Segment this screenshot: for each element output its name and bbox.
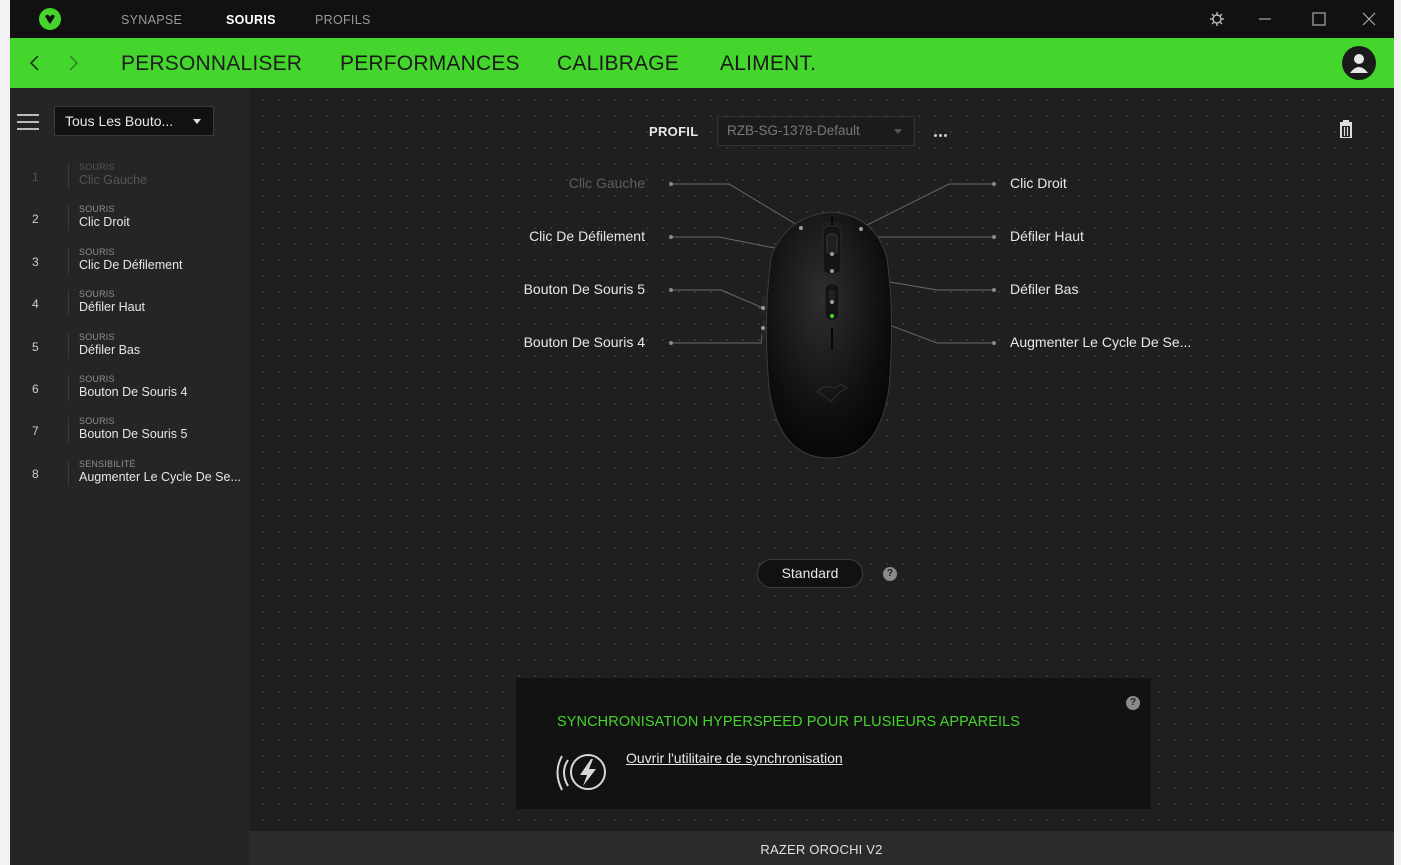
item-name: Clic De Défilement bbox=[79, 258, 183, 272]
open-sync-utility-link[interactable]: Ouvrir l'utilitaire de synchronisation bbox=[626, 750, 843, 766]
tab-personnaliser[interactable]: PERSONNALISER bbox=[121, 52, 302, 76]
sidebar-item-mouse-button-5[interactable]: 7 SOURIS Bouton De Souris 5 bbox=[10, 409, 249, 451]
sync-title: SYNCHRONISATION HYPERSPEED POUR PLUSIEUR… bbox=[557, 714, 1021, 730]
help-icon[interactable]: ? bbox=[1126, 696, 1140, 710]
item-name: Clic Droit bbox=[79, 215, 130, 229]
help-icon[interactable]: ? bbox=[883, 567, 897, 581]
divider bbox=[68, 163, 69, 189]
forward-arrow-icon[interactable] bbox=[65, 53, 81, 73]
divider bbox=[68, 460, 69, 486]
sidebar-item-scroll-up[interactable]: 4 SOURIS Défiler Haut bbox=[10, 282, 249, 324]
hyperspeed-sync-card: ? SYNCHRONISATION HYPERSPEED POUR PLUSIE… bbox=[516, 678, 1151, 809]
standard-mode-button[interactable]: Standard bbox=[757, 559, 863, 588]
item-number: 6 bbox=[32, 382, 39, 396]
hyperspeed-sync-icon bbox=[556, 746, 614, 796]
app-window: SYNAPSE SOURIS PROFILS PERSONNALISER PER… bbox=[10, 0, 1394, 865]
device-footer: RAZER OROCHI V2 bbox=[249, 831, 1394, 865]
back-arrow-icon[interactable] bbox=[27, 53, 43, 73]
nav-bar: PERSONNALISER PERFORMANCES CALIBRAGE ALI… bbox=[10, 38, 1394, 88]
tab-aliment[interactable]: ALIMENT. bbox=[720, 52, 816, 76]
sidebar-item-left-click[interactable]: 1 SOURIS Clic Gauche bbox=[10, 155, 249, 197]
button-filter-dropdown[interactable]: Tous Les Bouto... bbox=[54, 106, 214, 136]
item-category: SOURIS bbox=[79, 374, 115, 384]
item-name: Augmenter Le Cycle De Se... bbox=[79, 470, 241, 484]
tab-profils[interactable]: PROFILS bbox=[315, 13, 371, 27]
device-name: RAZER OROCHI V2 bbox=[760, 842, 883, 857]
item-number: 4 bbox=[32, 297, 39, 311]
item-number: 2 bbox=[32, 212, 39, 226]
label-scroll-up[interactable]: Défiler Haut bbox=[1010, 228, 1084, 244]
title-bar: SYNAPSE SOURIS PROFILS bbox=[10, 0, 1394, 38]
close-icon[interactable] bbox=[1359, 9, 1379, 29]
dropdown-value: Tous Les Bouto... bbox=[65, 113, 174, 129]
divider bbox=[68, 205, 69, 231]
settings-gear-icon[interactable] bbox=[1207, 9, 1227, 29]
razer-logo-icon[interactable] bbox=[39, 8, 61, 30]
item-category: SENSIBILITÉ bbox=[79, 459, 136, 469]
item-name: Défiler Bas bbox=[79, 343, 141, 357]
divider bbox=[68, 375, 69, 401]
divider bbox=[68, 248, 69, 274]
chevron-down-icon bbox=[193, 119, 201, 124]
sidebar-item-scroll-click[interactable]: 3 SOURIS Clic De Défilement bbox=[10, 240, 249, 282]
sidebar: Tous Les Bouto... 1 SOURIS Clic Gauche 2… bbox=[10, 88, 249, 865]
sidebar-item-sensitivity-cycle[interactable]: 8 SENSIBILITÉ Augmenter Le Cycle De Se..… bbox=[10, 452, 249, 494]
sidebar-item-scroll-down[interactable]: 5 SOURIS Défiler Bas bbox=[10, 325, 249, 367]
label-sensitivity-cycle[interactable]: Augmenter Le Cycle De Se... bbox=[1010, 334, 1191, 350]
item-name: Défiler Haut bbox=[79, 300, 145, 314]
divider bbox=[68, 333, 69, 359]
item-name: Bouton De Souris 5 bbox=[79, 427, 188, 441]
label-scroll-down[interactable]: Défiler Bas bbox=[1010, 281, 1078, 297]
item-name: Bouton De Souris 4 bbox=[79, 385, 188, 399]
item-number: 8 bbox=[32, 467, 39, 481]
label-mouse-button-5[interactable]: Bouton De Souris 5 bbox=[445, 281, 645, 297]
item-name: Clic Gauche bbox=[79, 173, 148, 187]
item-number: 5 bbox=[32, 340, 39, 354]
maximize-icon[interactable] bbox=[1309, 9, 1329, 29]
item-category: SOURIS bbox=[79, 204, 115, 214]
tab-souris[interactable]: SOURIS bbox=[226, 13, 276, 27]
label-left-click[interactable]: Clic Gauche bbox=[445, 175, 645, 191]
minimize-icon[interactable] bbox=[1255, 9, 1275, 29]
tab-synapse[interactable]: SYNAPSE bbox=[121, 13, 182, 27]
divider bbox=[68, 417, 69, 443]
item-category: SOURIS bbox=[79, 332, 115, 342]
item-number: 7 bbox=[32, 424, 39, 438]
item-category: SOURIS bbox=[79, 416, 115, 426]
tab-performances[interactable]: PERFORMANCES bbox=[340, 52, 520, 76]
item-category: SOURIS bbox=[79, 289, 115, 299]
label-right-click[interactable]: Clic Droit bbox=[1010, 175, 1067, 191]
sidebar-item-right-click[interactable]: 2 SOURIS Clic Droit bbox=[10, 197, 249, 239]
main-content: PROFIL RZB-SG-1378-Default Clic Gauche C… bbox=[249, 88, 1394, 831]
label-scroll-click[interactable]: Clic De Défilement bbox=[445, 228, 645, 244]
divider bbox=[68, 290, 69, 316]
item-category: SOURIS bbox=[79, 162, 115, 172]
mouse-diagram bbox=[669, 182, 996, 459]
tab-calibrage[interactable]: CALIBRAGE bbox=[557, 52, 679, 76]
menu-hamburger-icon[interactable] bbox=[17, 114, 39, 130]
item-category: SOURIS bbox=[79, 247, 115, 257]
sidebar-item-mouse-button-4[interactable]: 6 SOURIS Bouton De Souris 4 bbox=[10, 367, 249, 409]
user-avatar-icon[interactable] bbox=[1342, 46, 1376, 80]
item-number: 3 bbox=[32, 255, 39, 269]
label-mouse-button-4[interactable]: Bouton De Souris 4 bbox=[445, 334, 645, 350]
item-number: 1 bbox=[32, 170, 39, 184]
